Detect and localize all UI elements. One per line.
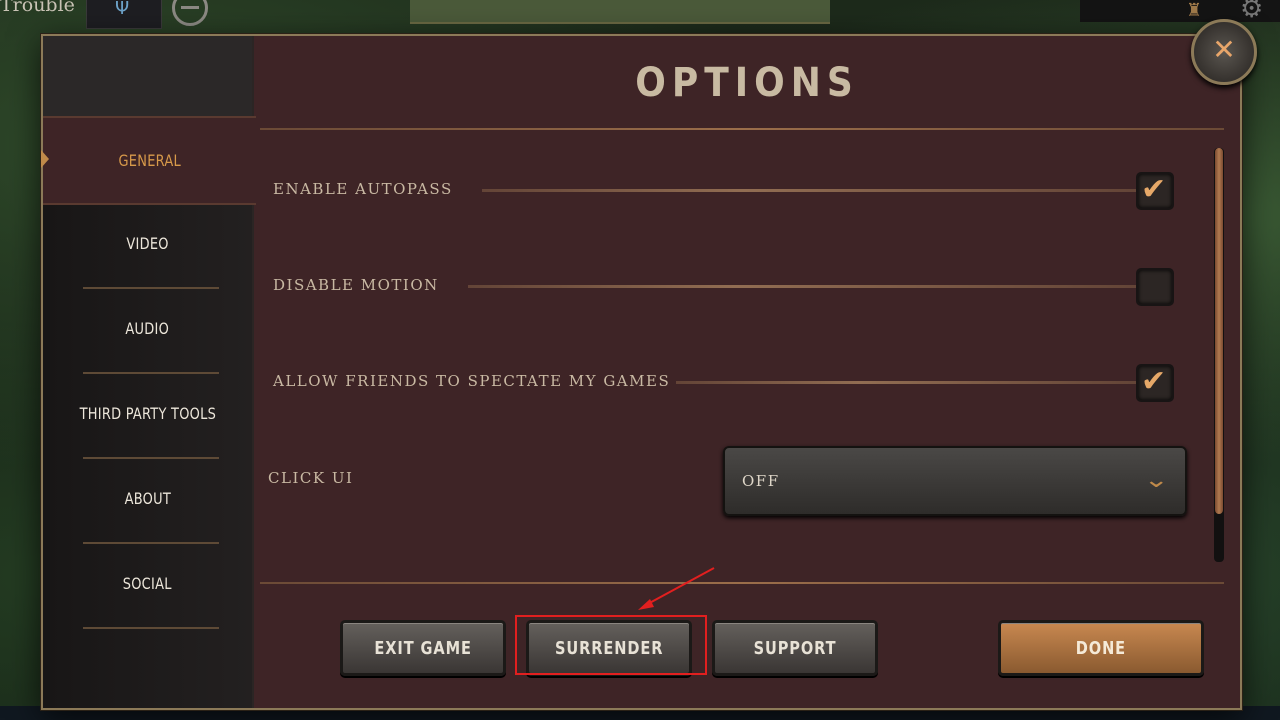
gear-icon[interactable]: ⚙ — [1240, 0, 1263, 24]
checkmark-icon: ✔ — [1141, 364, 1167, 399]
divider — [260, 128, 1224, 130]
sidebar-item-audio[interactable]: AUDIO — [43, 286, 252, 374]
exit-game-button[interactable]: EXIT GAME — [340, 620, 506, 676]
chevron-down-icon: ⌄ — [1142, 468, 1169, 493]
setting-label: ALLOW FRIENDS TO SPECTATE MY GAMES — [273, 372, 671, 390]
setting-label: DISABLE MOTION — [273, 276, 439, 294]
sidebar-header — [43, 36, 252, 116]
sidebar-item-label: VIDEO — [126, 234, 169, 253]
sidebar-item-label: AUDIO — [125, 319, 170, 338]
close-button[interactable]: ✕ — [1191, 19, 1257, 85]
disable-motion-checkbox[interactable] — [1136, 268, 1174, 306]
minus-circle-icon[interactable] — [172, 0, 208, 26]
divider — [676, 381, 1136, 384]
emblem-icon[interactable]: Ψ — [86, 0, 162, 29]
game-board-edge — [410, 0, 830, 24]
close-icon: ✕ — [1212, 33, 1236, 66]
options-content: OPTIONS ENABLE AUTOPASS ✔ DISABLE MOTION… — [254, 36, 1240, 708]
annotation-arrow-icon — [638, 567, 715, 610]
setting-row-autopass: ENABLE AUTOPASS ✔ — [254, 165, 1194, 215]
sidebar-item-label: SOCIAL — [123, 574, 172, 593]
dropdown-value: OFF — [742, 472, 780, 490]
divider — [468, 285, 1136, 288]
button-label: SUPPORT — [753, 637, 837, 659]
divider — [260, 582, 1224, 584]
surrender-highlight-box — [515, 615, 707, 675]
castle-icon[interactable]: ♜ — [1186, 0, 1202, 21]
setting-label: CLICK UI — [268, 469, 354, 487]
options-sidebar: GENERAL VIDEO AUDIO THIRD PARTY TOOLS AB… — [41, 36, 256, 708]
setting-row-motion: DISABLE MOTION — [254, 261, 1194, 311]
scrollbar[interactable] — [1214, 148, 1224, 562]
support-button[interactable]: SUPPORT — [712, 620, 878, 676]
page-title: OPTIONS — [635, 60, 859, 106]
sidebar-item-third-party-tools[interactable]: THIRD PARTY TOOLS — [43, 371, 252, 459]
click-ui-dropdown[interactable]: OFF ⌄ — [723, 446, 1187, 516]
scrollbar-thumb[interactable] — [1215, 148, 1223, 514]
sidebar-item-general[interactable]: GENERAL — [41, 116, 256, 205]
sidebar-item-label: THIRD PARTY TOOLS — [79, 404, 216, 423]
sidebar-item-video[interactable]: VIDEO — [43, 201, 252, 289]
divider — [83, 627, 219, 629]
done-button[interactable]: DONE — [998, 620, 1204, 676]
sidebar-item-label: ABOUT — [124, 489, 171, 508]
checkmark-icon: ✔ — [1141, 172, 1167, 207]
sidebar-item-label: GENERAL — [118, 151, 181, 170]
button-label: DONE — [1075, 637, 1127, 659]
setting-label: ENABLE AUTOPASS — [273, 180, 453, 198]
setting-row-spectate: ALLOW FRIENDS TO SPECTATE MY GAMES ✔ — [254, 357, 1194, 407]
enable-autopass-checkbox[interactable]: ✔ — [1136, 172, 1174, 210]
button-label: EXIT GAME — [374, 637, 472, 659]
sidebar-item-social[interactable]: SOCIAL — [43, 541, 252, 629]
sidebar-item-about[interactable]: ABOUT — [43, 456, 252, 544]
top-hud-left: Trouble Ψ — [0, 0, 210, 30]
allow-spectate-checkbox[interactable]: ✔ — [1136, 364, 1174, 402]
divider — [482, 189, 1136, 192]
top-hud-text: Trouble — [0, 0, 75, 16]
